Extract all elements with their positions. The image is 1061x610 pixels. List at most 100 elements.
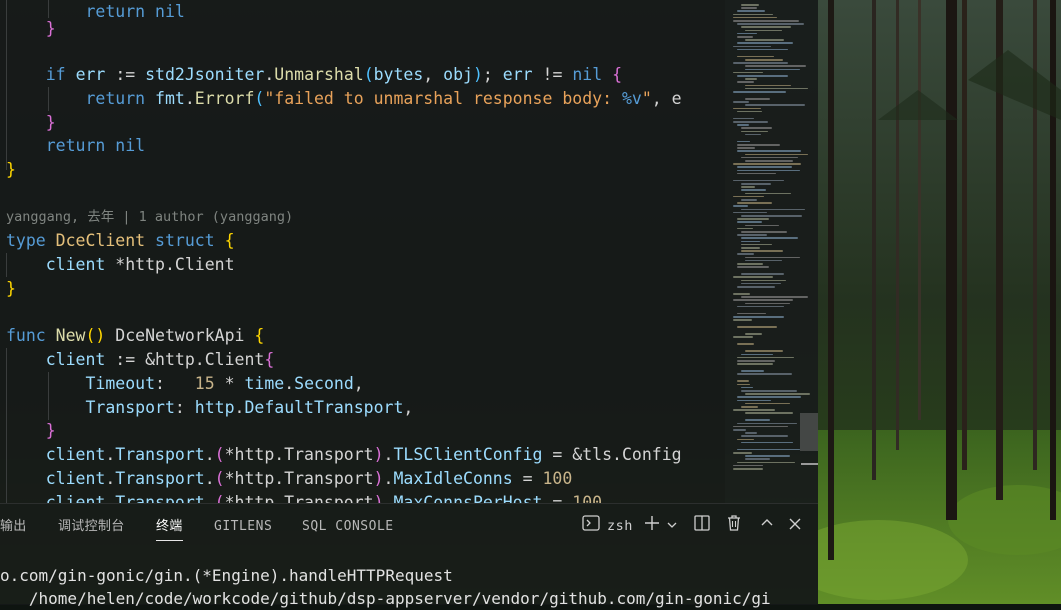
code-token: {	[612, 65, 623, 84]
forest-wallpaper	[818, 0, 1061, 604]
code-line[interactable]: }	[6, 17, 56, 41]
minimap-line	[737, 343, 754, 345]
minimap-line	[737, 326, 777, 328]
code-line[interactable]: client.Transport.(*http.Transport).MaxCo…	[6, 491, 602, 503]
close-icon[interactable]	[784, 514, 806, 538]
plus-icon[interactable]	[641, 514, 663, 538]
code-token: &tls.Config	[572, 445, 682, 464]
code-token: (	[214, 493, 225, 503]
code-editor[interactable]: yanggang, 去年 | 1 author (yanggang) retur…	[0, 0, 725, 503]
terminal-icon[interactable]	[580, 514, 602, 538]
minimap-line	[733, 464, 763, 467]
code-token: :=	[115, 65, 146, 84]
code-line[interactable]: return fmt.Errorf("failed to unmarshal r…	[6, 87, 682, 111]
code-token: 15	[194, 374, 225, 393]
minimap-line	[745, 84, 791, 87]
minimap-line	[741, 199, 757, 201]
minimap-line	[741, 215, 802, 217]
code-line[interactable]: client := &http.Client{	[6, 348, 275, 372]
code-token: "failed to unmarshal response body:	[264, 89, 622, 108]
chevron-up-icon[interactable]	[756, 514, 778, 538]
bottom-panel: 输出 调试控制台 终端 GITLENS SQL CONSOLE zsh o.co…	[0, 503, 818, 608]
minimap-line	[741, 296, 808, 298]
code-line[interactable]: }	[6, 111, 56, 135]
code-line[interactable]: if err := std2Jsoniter.Unmarshal(bytes, …	[6, 63, 622, 87]
code-token: =	[552, 493, 573, 503]
code-token: .	[284, 374, 295, 393]
code-token: .	[383, 493, 394, 503]
minimap-line	[741, 441, 793, 444]
git-blame-annotation[interactable]: yanggang, 去年 | 1 author (yanggang)	[6, 206, 293, 228]
code-token: return	[85, 89, 156, 108]
code-token: *http.Transport	[224, 493, 374, 503]
minimap-line	[737, 147, 755, 149]
tab-gitlens[interactable]: GITLENS	[214, 517, 272, 537]
shell-name[interactable]: zsh	[605, 514, 635, 538]
minimap-line	[737, 263, 763, 265]
minimap-line	[737, 81, 754, 83]
code-token: nil	[572, 65, 613, 84]
minimap-line	[737, 36, 753, 38]
minimap-line	[745, 393, 810, 395]
minimap-line	[741, 231, 787, 233]
code-line[interactable]: type DceClient struct {	[6, 229, 235, 253]
minimap-line	[745, 39, 784, 41]
minimap-line	[733, 71, 763, 74]
code-token: err	[75, 65, 116, 84]
code-token: 100	[542, 469, 573, 488]
code-line[interactable]: client *http.Client	[6, 253, 235, 277]
code-line[interactable]: client.Transport.(*http.Transport).TLSCl…	[6, 443, 682, 467]
code-token: , e	[651, 89, 682, 108]
code-token: .	[105, 445, 116, 464]
minimap-line	[745, 192, 791, 195]
minimap-slider[interactable]	[800, 413, 818, 451]
minimap-line	[741, 26, 791, 28]
chevron-down-icon[interactable]	[664, 514, 680, 538]
trash-icon[interactable]	[723, 514, 745, 538]
code-token: struct	[155, 231, 225, 250]
minimap-line	[733, 468, 763, 470]
minimap-line	[745, 432, 757, 434]
tab-debug-console[interactable]: 调试控制台	[58, 517, 125, 537]
code-token: (	[254, 89, 265, 108]
minimap-line	[741, 435, 788, 437]
code-token: return	[45, 136, 116, 155]
code-line[interactable]: return nil	[6, 134, 145, 158]
code-line[interactable]: }	[6, 277, 16, 301]
tab-output[interactable]: 输出	[0, 517, 27, 537]
minimap-line	[737, 383, 750, 386]
minimap-line	[737, 55, 774, 58]
minimap-line	[733, 316, 784, 318]
code-token: )	[373, 469, 384, 488]
minimap-line	[745, 87, 808, 90]
terminal-output-line: /home/helen/code/workcode/github/dsp-app…	[0, 589, 771, 608]
minimap-line	[741, 247, 760, 249]
minimap-line	[741, 7, 757, 9]
code-token: client	[45, 493, 106, 503]
code-token: TLSClientConfig	[393, 445, 553, 464]
tab-sql-console[interactable]: SQL CONSOLE	[302, 517, 394, 537]
minimap-line	[741, 406, 758, 408]
code-line[interactable]: Transport: http.DefaultTransport,	[6, 396, 413, 420]
minimap-line	[737, 448, 800, 451]
code-line[interactable]: client.Transport.(*http.Transport).MaxId…	[6, 467, 573, 491]
code-line[interactable]: func New() DceNetworkApi {	[6, 324, 264, 348]
code-token: {	[254, 326, 265, 345]
minimap-line	[741, 4, 759, 6]
minimap-line	[737, 32, 757, 35]
code-token: func	[6, 326, 56, 345]
code-token: =	[522, 469, 543, 488]
code-token: err	[502, 65, 543, 84]
tab-terminal[interactable]: 终端	[156, 517, 183, 541]
code-line[interactable]: }	[6, 419, 56, 443]
minimap-line	[745, 458, 770, 460]
code-line[interactable]: Timeout: 15 * time.Second,	[6, 372, 363, 396]
minimap-line	[737, 169, 800, 172]
split-terminal-icon[interactable]	[691, 514, 713, 538]
code-line[interactable]: }	[6, 158, 16, 182]
minimap-line	[745, 78, 757, 80]
